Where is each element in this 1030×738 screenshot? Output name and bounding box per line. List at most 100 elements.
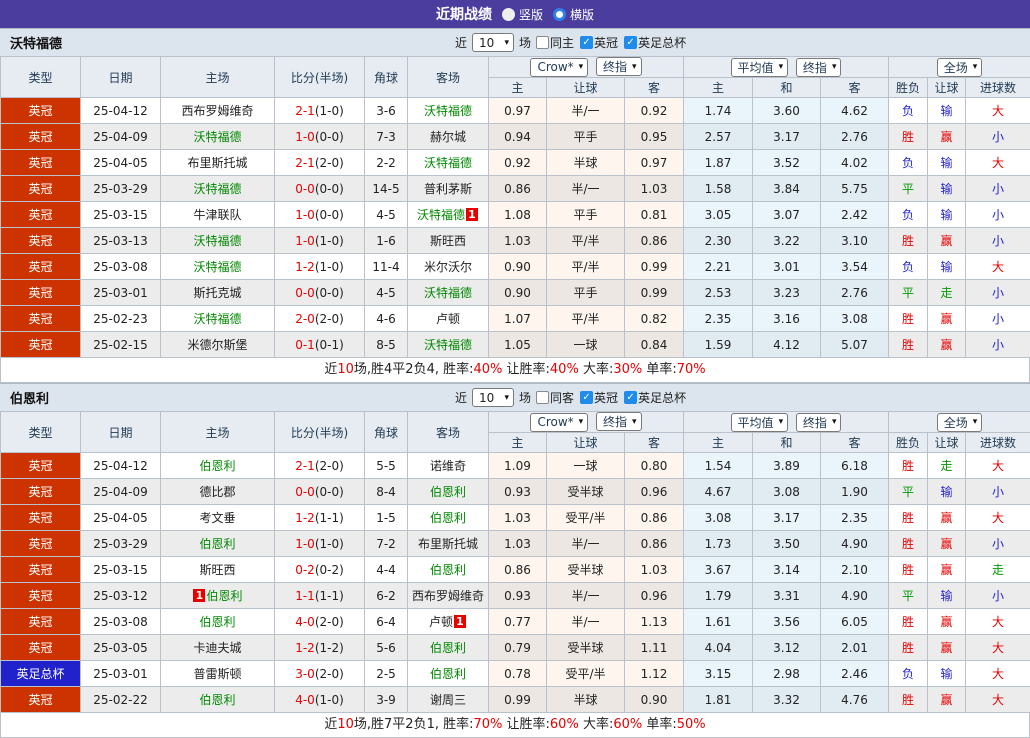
filter-checkbox[interactable]: ✓英足总杯 bbox=[624, 389, 686, 406]
scope-select[interactable]: 全场▾ bbox=[937, 58, 983, 77]
handicap-odds-cell: 1.03 bbox=[489, 228, 547, 254]
summary-row: 近10场,胜4平2负4, 胜率:40% 让胜率:40% 大率:30% 单率:70… bbox=[0, 358, 1030, 383]
corner-cell: 4-5 bbox=[365, 202, 408, 228]
europe-time-select[interactable]: 终指▾ bbox=[796, 413, 842, 432]
score-cell: 1-0(1-0) bbox=[275, 228, 365, 254]
filter-checkbox[interactable]: ✓英足总杯 bbox=[624, 34, 686, 51]
filter-checkboxes: 同客 ✓英冠 ✓英足总杯 bbox=[536, 389, 686, 406]
odds-company-select[interactable]: Crow*▾ bbox=[530, 413, 588, 432]
result-value: 输 bbox=[941, 104, 953, 118]
result-value: 胜 bbox=[902, 537, 914, 551]
europe-average-select[interactable]: 平均值▾ bbox=[731, 413, 789, 432]
result-value: 走 bbox=[941, 459, 953, 473]
score-cell: 3-0(2-0) bbox=[275, 661, 365, 687]
handicap-odds-cell: 0.93 bbox=[489, 583, 547, 609]
layout-radio-horizontal[interactable]: 横版 bbox=[553, 6, 594, 23]
handicap-time-select[interactable]: 终指▾ bbox=[596, 57, 642, 76]
checkbox-unchecked-icon[interactable] bbox=[536, 391, 549, 404]
halftime-score: (0-0) bbox=[315, 208, 344, 222]
checkbox-checked-icon[interactable]: ✓ bbox=[580, 391, 593, 404]
europe-odds-cell: 4.04 bbox=[684, 635, 753, 661]
home-team-cell: 普雷斯顿 bbox=[161, 661, 275, 687]
away-team-cell: 伯恩利 bbox=[408, 505, 489, 531]
handicap-odds-cell: 0.80 bbox=[625, 453, 684, 479]
score-cell: 0-2(0-2) bbox=[275, 557, 365, 583]
radio-unselected-icon[interactable] bbox=[553, 8, 566, 21]
result-value: 赢 bbox=[941, 312, 953, 326]
handicap-odds-cell: 0.99 bbox=[625, 254, 684, 280]
radio-selected-icon[interactable] bbox=[502, 8, 515, 21]
halftime-score: (1-0) bbox=[315, 234, 344, 248]
checkbox-checked-icon[interactable]: ✓ bbox=[624, 36, 637, 49]
away-team-name: 西布罗姆维奇 bbox=[412, 589, 484, 603]
europe-odds-cell: 6.05 bbox=[821, 609, 889, 635]
fulltime-score: 0-0 bbox=[295, 182, 315, 196]
handicap-odds-cell: 0.86 bbox=[625, 505, 684, 531]
europe-odds-cell: 1.79 bbox=[684, 583, 753, 609]
result-cell: 胜 bbox=[889, 306, 928, 332]
league-badge: 英冠 bbox=[1, 150, 81, 176]
checkbox-label: 英冠 bbox=[594, 34, 618, 51]
result-value: 胜 bbox=[902, 130, 914, 144]
europe-odds-cell: 4.90 bbox=[821, 583, 889, 609]
checkbox-checked-icon[interactable]: ✓ bbox=[580, 36, 593, 49]
subcol-result: 胜负 bbox=[889, 78, 928, 98]
result-value: 输 bbox=[941, 589, 953, 603]
handicap-odds-cell: 1.09 bbox=[489, 453, 547, 479]
handicap-time-select[interactable]: 终指▾ bbox=[596, 412, 642, 431]
filter-checkbox[interactable]: 同主 bbox=[536, 34, 574, 51]
summary-segment: 单率: bbox=[642, 717, 677, 732]
layout-radio-vertical[interactable]: 竖版 bbox=[502, 6, 543, 23]
away-team-name: 沃特福德 bbox=[424, 104, 472, 118]
home-team-cell: 沃特福德 bbox=[161, 254, 275, 280]
europe-time-select[interactable]: 终指▾ bbox=[796, 58, 842, 77]
summary-segment: 50% bbox=[677, 717, 706, 732]
away-team-name: 布里斯托城 bbox=[418, 537, 478, 551]
home-team-cell: 伯恩利 bbox=[161, 687, 275, 713]
chevron-down-icon: ▾ bbox=[779, 62, 784, 72]
halftime-score: (2-0) bbox=[315, 615, 344, 629]
result-value: 赢 bbox=[941, 338, 953, 352]
odds-company-select[interactable]: Crow*▾ bbox=[530, 58, 588, 77]
handicap-group-header: Crow*▾ 终指▾ bbox=[489, 412, 684, 433]
handicap-odds-cell: 0.90 bbox=[625, 687, 684, 713]
result-value: 赢 bbox=[941, 641, 953, 655]
match-row: 英冠25-02-15米德尔斯堡0-1(0-1)8-5沃特福德1.05一球0.84… bbox=[1, 332, 1030, 358]
checkbox-checked-icon[interactable]: ✓ bbox=[624, 391, 637, 404]
summary-segment: 近 bbox=[324, 362, 337, 377]
handicap-odds-cell: 0.86 bbox=[625, 228, 684, 254]
corner-cell: 4-5 bbox=[365, 280, 408, 306]
away-team-cell: 布里斯托城 bbox=[408, 531, 489, 557]
chevron-down-icon: ▾ bbox=[632, 417, 637, 427]
europe-odds-cell: 1.73 bbox=[684, 531, 753, 557]
team-name: 伯恩利 bbox=[0, 388, 49, 407]
handicap-odds-cell: 1.03 bbox=[625, 176, 684, 202]
score-cell: 2-1(1-0) bbox=[275, 98, 365, 124]
filter-checkbox[interactable]: ✓英冠 bbox=[580, 389, 618, 406]
match-count-select[interactable]: 10 ▾ bbox=[472, 388, 514, 407]
scope-select[interactable]: 全场▾ bbox=[937, 413, 983, 432]
away-team-cell: 斯旺西 bbox=[408, 228, 489, 254]
match-count-select[interactable]: 10 ▾ bbox=[472, 33, 514, 52]
fulltime-score: 1-0 bbox=[295, 234, 315, 248]
europe-group-header: 平均值▾ 终指▾ bbox=[684, 412, 889, 433]
col-header-corner: 角球 bbox=[365, 57, 408, 98]
handicap-odds-cell: 1.03 bbox=[489, 505, 547, 531]
filter-checkbox[interactable]: ✓英冠 bbox=[580, 34, 618, 51]
europe-average-select[interactable]: 平均值▾ bbox=[731, 58, 789, 77]
result-cell: 胜 bbox=[889, 609, 928, 635]
handicap-odds-cell: 半球 bbox=[547, 150, 625, 176]
result-value: 赢 bbox=[941, 615, 953, 629]
fulltime-score: 0-0 bbox=[295, 286, 315, 300]
league-badge: 英冠 bbox=[1, 254, 81, 280]
league-badge: 英足总杯 bbox=[1, 661, 81, 687]
col-header-date: 日期 bbox=[81, 412, 161, 453]
result-value: 平 bbox=[902, 182, 914, 196]
filter-checkbox[interactable]: 同客 bbox=[536, 389, 574, 406]
checkbox-unchecked-icon[interactable] bbox=[536, 36, 549, 49]
europe-odds-cell: 3.17 bbox=[753, 124, 821, 150]
result-value: 赢 bbox=[941, 537, 953, 551]
league-badge: 英冠 bbox=[1, 280, 81, 306]
europe-odds-cell: 2.76 bbox=[821, 124, 889, 150]
score-cell: 1-2(1-0) bbox=[275, 254, 365, 280]
